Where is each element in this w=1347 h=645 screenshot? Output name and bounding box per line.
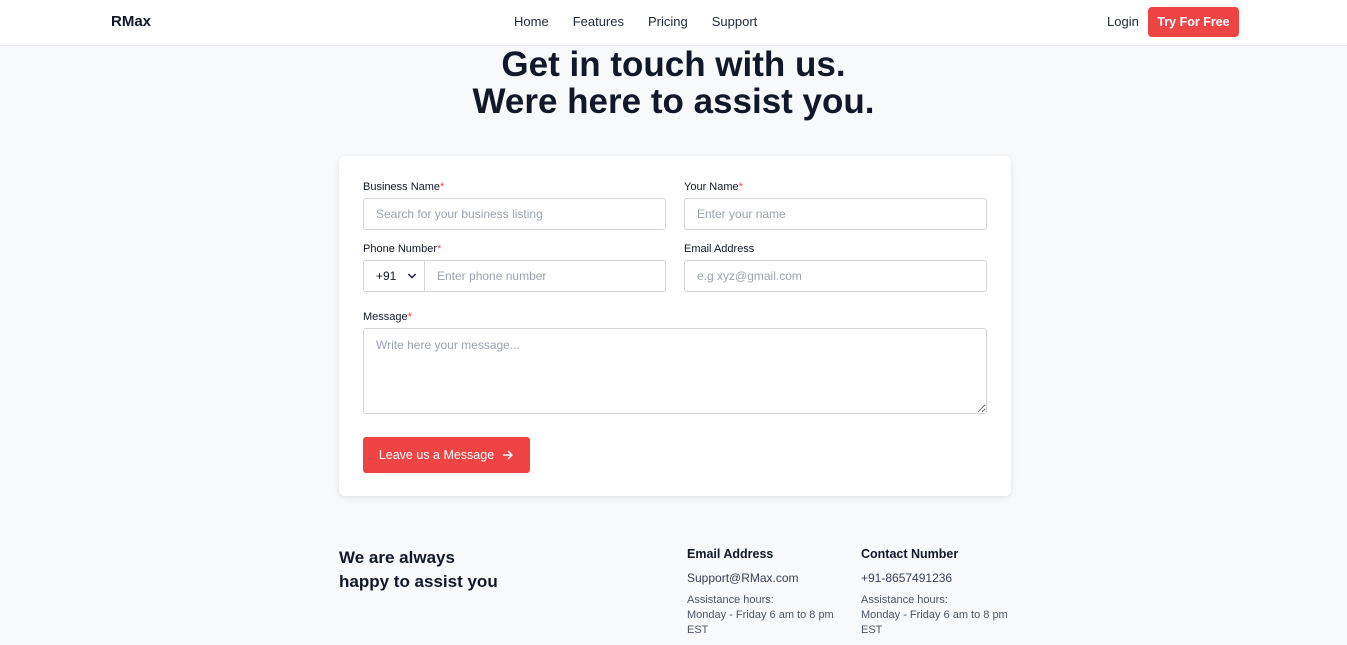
email-info: Email Address Support@RMax.com Assistanc… <box>687 547 847 638</box>
support-phone[interactable]: +91-8657491236 <box>861 571 1021 585</box>
country-code-value: +91 <box>376 269 397 283</box>
business-name-label-text: Business Name <box>363 181 441 193</box>
email-info-title: Email Address <box>687 547 774 561</box>
email-address-label-text: Email Address <box>684 243 755 255</box>
nav-link-features[interactable]: Features <box>573 14 624 30</box>
contact-form-card: Business Name* Your Name* Phone Number* … <box>339 156 1011 496</box>
required-marker: * <box>738 181 743 193</box>
required-marker: * <box>437 243 442 255</box>
assist-tagline: We are always happy to assist you <box>339 546 498 594</box>
your-name-label-text: Your Name <box>684 181 739 193</box>
phone-number-label: Phone Number* <box>363 243 441 256</box>
hours-label: Assistance hours: <box>861 594 948 606</box>
nav-link-pricing[interactable]: Pricing <box>648 14 688 30</box>
assist-tagline-line-1: We are always <box>339 548 455 567</box>
login-link[interactable]: Login <box>1107 14 1139 30</box>
nav-link-home[interactable]: Home <box>514 14 549 30</box>
support-email[interactable]: Support@RMax.com <box>687 571 847 585</box>
phone-info: Contact Number +91-8657491236 Assistance… <box>861 547 1021 638</box>
try-for-free-button[interactable]: Try For Free <box>1148 7 1239 37</box>
nav-links: Home Features Pricing Support <box>514 14 757 30</box>
required-marker: * <box>407 311 412 323</box>
your-name-input[interactable] <box>684 198 987 230</box>
country-code-select[interactable]: +91 <box>364 261 425 291</box>
brand-logo[interactable]: RMax <box>111 13 151 30</box>
required-marker: * <box>440 181 445 193</box>
business-name-label: Business Name* <box>363 181 444 194</box>
page-title: Get in touch with us. Were here to assis… <box>0 46 1347 120</box>
hours-text: Monday - Friday 6 am to 8 pm EST <box>687 609 834 636</box>
nav-link-support[interactable]: Support <box>712 14 758 30</box>
leave-message-button-label: Leave us a Message <box>378 448 495 462</box>
arrow-right-icon <box>502 450 513 460</box>
email-address-label: Email Address <box>684 243 754 256</box>
chevron-down-icon <box>408 273 416 279</box>
hours-label: Assistance hours: <box>687 594 774 606</box>
navbar: RMax Home Features Pricing Support Login… <box>0 0 1347 46</box>
leave-message-button[interactable]: Leave us a Message <box>363 437 530 473</box>
email-address-input[interactable] <box>684 260 987 292</box>
phone-info-title: Contact Number <box>861 547 959 561</box>
phone-number-label-text: Phone Number <box>363 243 437 255</box>
business-name-input[interactable] <box>363 198 666 230</box>
phone-number-input[interactable] <box>425 261 665 291</box>
page-title-line-2: Were here to assist you. <box>472 82 875 121</box>
your-name-label: Your Name* <box>684 181 743 194</box>
hours-text: Monday - Friday 6 am to 8 pm EST <box>861 609 1008 636</box>
phone-assistance-hours: Assistance hours: Monday - Friday 6 am t… <box>861 593 1021 638</box>
assist-tagline-line-2: happy to assist you <box>339 572 498 591</box>
email-assistance-hours: Assistance hours: Monday - Friday 6 am t… <box>687 593 847 638</box>
phone-number-field: +91 <box>363 260 666 292</box>
message-label: Message* <box>363 311 412 324</box>
message-label-text: Message <box>363 311 408 323</box>
message-textarea[interactable] <box>363 328 987 414</box>
page-title-line-1: Get in touch with us. <box>501 45 846 84</box>
